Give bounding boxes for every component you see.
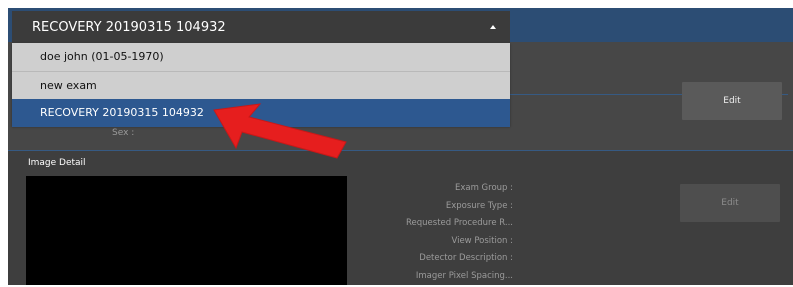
image-detail-title: Image Detail <box>28 158 86 168</box>
sex-label: Sex : <box>112 128 135 138</box>
imager-pixel-spacing-label: Imager Pixel Spacing... <box>415 270 513 281</box>
image-detail-labels: Exam Group : Exposure Type : Requested P… <box>378 180 513 285</box>
image-preview <box>26 176 347 285</box>
option-new-exam[interactable]: new exam <box>12 70 510 100</box>
exposure-type-label: Exposure Type : <box>445 200 513 211</box>
requested-procedure-label: Requested Procedure R... <box>406 218 513 228</box>
view-position-label: View Position : <box>451 235 513 246</box>
exam-select-value: RECOVERY 20190315 104932 <box>32 19 226 35</box>
exam-select-dropdown[interactable]: RECOVERY 20190315 104932 <box>12 11 510 43</box>
edit-image-detail-button[interactable]: Edit <box>680 184 780 222</box>
edit-patient-button[interactable]: Edit <box>682 82 782 120</box>
detector-description-label: Detector Description : <box>419 253 513 263</box>
red-arrow-annotation-icon <box>213 103 347 159</box>
caret-up-icon <box>490 25 496 29</box>
option-doe-john[interactable]: doe john (01-05-1970) <box>12 43 510 71</box>
exam-group-label: Exam Group : <box>454 183 513 193</box>
